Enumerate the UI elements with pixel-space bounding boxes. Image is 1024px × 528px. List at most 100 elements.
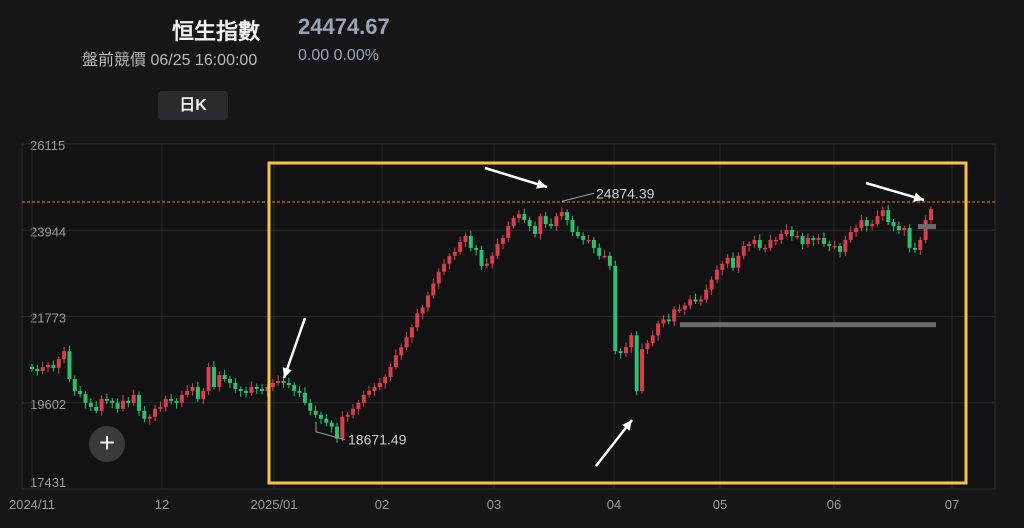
x-tick-label: 12 <box>155 497 169 512</box>
candle-body <box>886 210 891 223</box>
session-status: 盤前競價 06/25 16:00:00 <box>82 52 258 69</box>
candle-body <box>929 209 933 221</box>
period-daily-button[interactable]: 日K <box>158 91 228 120</box>
candle-body <box>468 235 473 248</box>
x-tick-label: 2024/11 <box>9 497 55 512</box>
candle-body <box>522 214 527 221</box>
candle-body <box>458 241 463 252</box>
candle-body <box>693 299 698 302</box>
candle-body <box>399 347 404 356</box>
candle-body <box>174 400 179 403</box>
candle-body <box>581 235 586 240</box>
plus-icon[interactable]: + <box>89 426 125 462</box>
candle-body <box>506 226 511 238</box>
support-level-bar <box>680 322 936 328</box>
candle-body <box>286 382 291 385</box>
x-tick-label: 02 <box>375 497 389 512</box>
candle-body <box>185 390 190 395</box>
candle-body <box>800 235 805 244</box>
candle-body <box>201 390 206 399</box>
candle-body <box>345 414 350 417</box>
candle-body <box>757 239 762 248</box>
candle-body <box>495 243 500 256</box>
candle-body <box>131 394 136 403</box>
candle-body <box>618 351 623 354</box>
candle-body <box>420 307 425 314</box>
candle-body <box>752 239 757 244</box>
candle-body <box>308 402 313 411</box>
candle-body <box>297 390 302 393</box>
candle-body <box>838 245 843 252</box>
candle-body <box>137 394 142 411</box>
candle-body <box>672 309 677 322</box>
candle-body <box>666 319 671 322</box>
candle-body <box>768 239 773 248</box>
candle-body <box>179 394 184 403</box>
candle-body <box>78 390 83 395</box>
candle-body <box>35 369 40 372</box>
candlestick-chart[interactable]: 26115 23944 21773 19602 17431 2024/11 12 2025/0… <box>0 130 1024 528</box>
price-change: 0.00 0.00% <box>298 47 379 64</box>
y-tick-label: 21773 <box>30 311 66 326</box>
candle-body <box>784 230 789 234</box>
candle-body <box>479 249 484 266</box>
candle-body <box>902 228 907 231</box>
candle-body <box>816 237 821 240</box>
candle-body <box>415 313 420 328</box>
index-name: 恒生指數 <box>172 19 261 44</box>
candle-body <box>864 220 869 227</box>
candle-body <box>490 255 495 264</box>
candle-body <box>30 366 34 370</box>
candle-body <box>115 402 120 409</box>
y-tick-label: 23944 <box>30 224 66 239</box>
candle-body <box>217 375 222 387</box>
candle-body <box>597 247 602 256</box>
candle-body <box>827 243 832 246</box>
candle-body <box>169 398 174 401</box>
candle-body <box>302 392 307 403</box>
candle-body <box>661 319 666 324</box>
candle-body <box>554 216 559 227</box>
candle-body <box>452 251 457 256</box>
candle-body <box>356 402 361 409</box>
candle-body <box>634 335 639 391</box>
candle-body <box>227 378 232 383</box>
candle-body <box>586 239 591 242</box>
candle-body <box>854 228 859 232</box>
candle-body <box>907 228 912 248</box>
candle-body <box>88 402 93 407</box>
candle-body <box>843 239 848 252</box>
candle-body <box>918 239 923 250</box>
candle-body <box>709 279 714 290</box>
candle-body <box>811 237 816 240</box>
candle-body <box>763 247 768 250</box>
candle-body <box>190 386 195 391</box>
candle-body <box>682 305 687 310</box>
candle-body <box>629 335 634 348</box>
candle-body <box>613 265 618 352</box>
candle-body <box>650 335 655 344</box>
candle-body <box>565 212 570 221</box>
candle-body <box>607 255 612 266</box>
candle-body <box>645 343 650 350</box>
candle-body <box>805 237 810 244</box>
candle-body <box>51 365 56 368</box>
candle-body <box>292 384 297 391</box>
candle-body <box>409 327 414 338</box>
candle-body <box>570 220 575 232</box>
candle-body <box>538 216 543 234</box>
candle-body <box>880 210 885 217</box>
candle-body <box>62 351 67 360</box>
candle-body <box>896 226 901 231</box>
candle-body <box>142 410 147 419</box>
index-price: 24474.67 <box>298 14 390 39</box>
candle-body <box>789 230 794 236</box>
candle-body <box>313 410 318 415</box>
candle-body <box>912 247 917 250</box>
candle-body <box>602 255 607 258</box>
candle-body <box>741 245 746 256</box>
x-tick-label: 04 <box>607 497 621 512</box>
candle-body <box>340 416 345 439</box>
candle-body <box>211 367 216 387</box>
candle-body <box>870 224 875 227</box>
